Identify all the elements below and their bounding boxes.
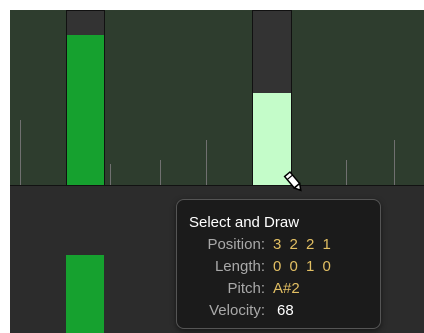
grid-tick	[394, 140, 395, 185]
position-label: Position:	[207, 236, 265, 253]
velocity-bar-note-2-selected[interactable]	[252, 10, 292, 186]
velocity-bar-note-1[interactable]	[66, 10, 105, 186]
velocity-label: Velocity:	[209, 302, 265, 319]
tooltip-title: Select and Draw	[189, 214, 300, 231]
select-and-draw-tooltip: Select and Draw Position: 3 2 2 1 Length…	[176, 199, 381, 329]
grid-tick	[346, 160, 347, 185]
velocity-level	[67, 35, 104, 185]
tooltip-row-position: Position: 3 2 2 1	[177, 236, 382, 256]
grid-tick	[206, 140, 207, 185]
velocity-value: 68	[277, 302, 294, 319]
tooltip-row-pitch: Pitch: A#2	[177, 280, 382, 300]
pitch-value: A#2	[273, 280, 300, 297]
grid-tick	[20, 120, 21, 185]
tooltip-row-velocity: Velocity: 68	[177, 302, 382, 322]
pitch-label: Pitch:	[227, 280, 265, 297]
grid-tick	[160, 160, 161, 185]
tooltip-row-length: Length: 0 0 1 0	[177, 258, 382, 278]
lower-note-bar[interactable]	[66, 255, 104, 333]
pencil-icon	[283, 170, 305, 196]
length-value: 0 0 1 0	[273, 258, 333, 275]
velocity-editor: Select and Draw Position: 3 2 2 1 Length…	[0, 0, 424, 333]
grid-tick	[110, 164, 111, 185]
position-value: 3 2 2 1	[273, 236, 333, 253]
length-label: Length:	[214, 258, 265, 275]
